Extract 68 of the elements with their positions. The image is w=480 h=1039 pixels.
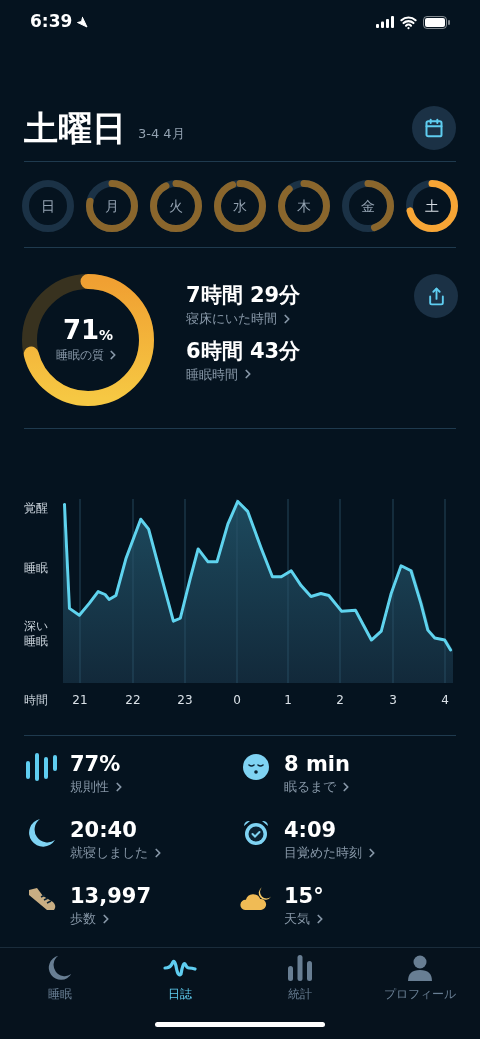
- axis-tick-label: 4: [441, 692, 449, 709]
- day-ring-button[interactable]: 金: [342, 180, 394, 232]
- stat-label: 天気: [284, 910, 310, 928]
- day-ring-button[interactable]: 日: [22, 180, 74, 232]
- tab-bar-item[interactable]: 睡眠: [0, 955, 120, 1003]
- axis-tick-label: 1: [284, 692, 292, 709]
- axis-tick-label: 2: [336, 692, 344, 709]
- day-title: 土曜日: [24, 111, 126, 145]
- metric-value: 7時間 29分: [186, 282, 302, 309]
- axis-tick-label: 0: [233, 692, 241, 709]
- shoe-icon: [27, 886, 57, 912]
- tab-bar-item[interactable]: プロフィール: [360, 955, 480, 1003]
- day-ring: [278, 180, 330, 232]
- status-time: 6:39: [30, 10, 73, 34]
- stat-label: 就寝しました: [70, 844, 148, 862]
- bar-chart-icon: [287, 955, 313, 981]
- axis-label: 深い睡眠: [24, 619, 49, 649]
- day-ring-button[interactable]: 火: [150, 180, 202, 232]
- alarm-clock-icon: [242, 819, 270, 847]
- sleepy-face-icon: [242, 753, 270, 781]
- bars-icon: [26, 753, 58, 781]
- stat-value: 77%: [70, 751, 122, 778]
- day-ring-button[interactable]: 月: [86, 180, 138, 232]
- calendar-button[interactable]: [412, 106, 456, 150]
- share-button[interactable]: [414, 274, 458, 318]
- date-range: 3-4 4月: [138, 124, 185, 143]
- stat-value: 13,997: [70, 883, 152, 910]
- battery-icon: [423, 15, 450, 29]
- stat-value: 8 min: [284, 751, 351, 778]
- quality-label: 睡眠の質: [56, 346, 104, 364]
- axis-tick-label: 3: [389, 692, 397, 709]
- axis-label: 覚醒: [24, 500, 49, 517]
- percent-sign: %: [99, 327, 114, 342]
- moon-icon: [47, 955, 73, 981]
- stat-label: 眠るまで: [284, 778, 336, 796]
- stat-label: 規則性: [70, 778, 109, 796]
- day-ring-button[interactable]: 土: [406, 180, 458, 232]
- location-arrow-icon: [76, 16, 89, 28]
- moon-icon: [28, 818, 56, 848]
- stat-value: 20:40: [70, 817, 138, 844]
- axis-tick-label: 21: [72, 692, 88, 709]
- stat-label: 目覚めた時刻: [284, 844, 362, 862]
- axis-tick-label: 23: [177, 692, 193, 709]
- day-ring: [342, 180, 394, 232]
- day-ring-button[interactable]: 水: [214, 180, 266, 232]
- wifi-icon: [400, 13, 417, 31]
- day-ring: [214, 180, 266, 232]
- axis-label: 睡眠: [24, 560, 49, 577]
- metric-label: 睡眠時間: [186, 365, 238, 384]
- tab-bar-item[interactable]: 日誌: [120, 955, 240, 1003]
- quality-value: 71: [62, 316, 100, 343]
- metric-label: 寝床にいた時間: [186, 310, 277, 328]
- metric-value: 6時間 43分: [186, 337, 302, 365]
- signal-icon: [376, 16, 394, 28]
- day-ring-button[interactable]: 木: [278, 180, 330, 232]
- stat-label: 歩数: [70, 910, 96, 928]
- tab-bar-item[interactable]: 統計: [240, 955, 360, 1003]
- day-ring: [150, 180, 202, 232]
- day-ring: [86, 180, 138, 232]
- axis-title: 時間: [24, 692, 49, 709]
- person-icon: [407, 955, 433, 981]
- day-ring: [22, 180, 74, 232]
- axis-tick-label: 22: [125, 692, 141, 709]
- day-ring: [406, 180, 458, 232]
- stat-value: 4:09: [284, 817, 338, 844]
- calendar-icon: [424, 118, 444, 138]
- stat-value: 15°: [284, 883, 325, 910]
- share-icon: [426, 286, 446, 306]
